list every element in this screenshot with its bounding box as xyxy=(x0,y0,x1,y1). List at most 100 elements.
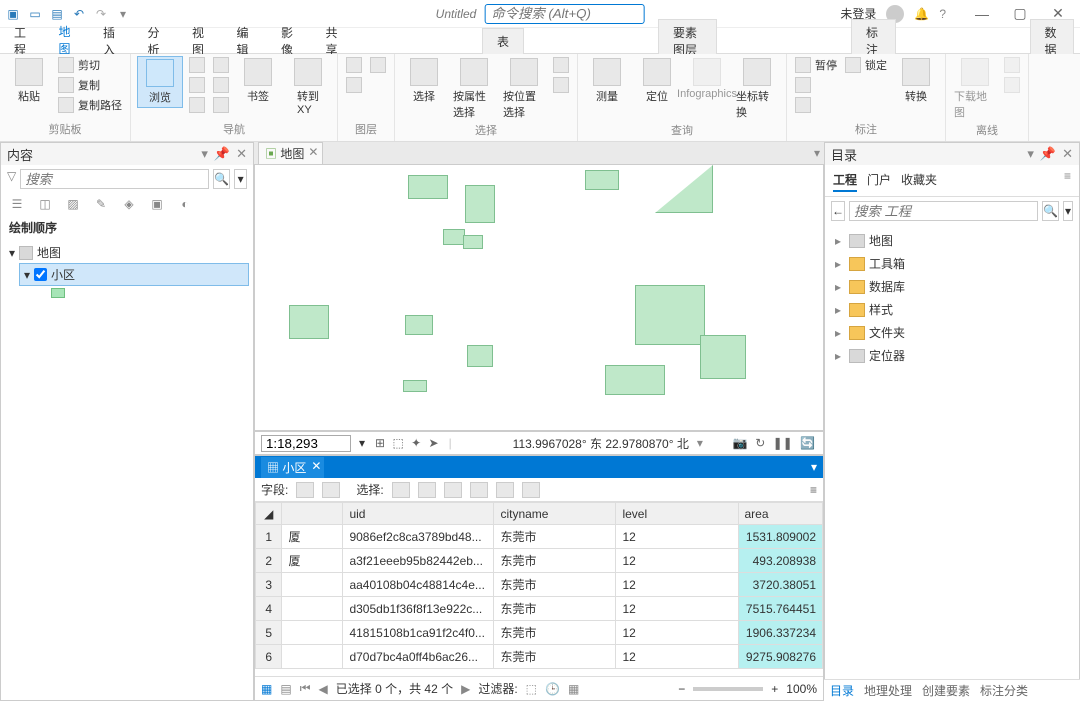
col-header[interactable]: area xyxy=(738,503,823,525)
show-all-icon[interactable]: ▦ xyxy=(261,682,272,696)
minimize-button[interactable]: — xyxy=(964,2,1000,26)
zoom-out-icon[interactable]: − xyxy=(678,682,685,696)
catalog-item-maps[interactable]: ▸地图 xyxy=(833,229,1071,252)
search-icon[interactable]: 🔍 xyxy=(1042,201,1059,221)
table-row[interactable]: 6d70d7bc4a0ff4b6ac26...东莞市129275.908276 xyxy=(256,645,823,669)
bottom-tab-label-classes[interactable]: 标注分类 xyxy=(980,682,1028,699)
list-by-source-icon[interactable]: ◫ xyxy=(35,195,55,213)
zoom-in-icon[interactable] xyxy=(187,76,207,94)
dropdown-icon[interactable]: ▾ xyxy=(201,146,208,162)
delete-sel-icon[interactable] xyxy=(470,482,488,498)
close-tab-icon[interactable]: ✕ xyxy=(308,145,318,159)
catalog-menu-icon[interactable]: ≡ xyxy=(1064,169,1071,192)
reselect-icon[interactable] xyxy=(551,76,571,94)
goto-xy-button[interactable]: 转到 XY xyxy=(285,56,331,118)
filter-icon[interactable]: ▽ xyxy=(7,169,16,189)
table-row[interactable]: 1厦9086ef2c8ca3789bd48...东莞市121531.809002 xyxy=(256,525,823,549)
list-by-snapping-icon[interactable]: ◈ xyxy=(119,195,139,213)
catalog-tab-project[interactable]: 工程 xyxy=(833,169,857,192)
list-by-labeling-icon[interactable]: ▣ xyxy=(147,195,167,213)
catalog-item-databases[interactable]: ▸数据库 xyxy=(833,275,1071,298)
table-row[interactable]: 2厦a3f21eeeb95b82442eb...东莞市12493.208938 xyxy=(256,549,823,573)
catalog-item-toolboxes[interactable]: ▸工具箱 xyxy=(833,252,1071,275)
clear-selection-icon[interactable] xyxy=(551,56,571,74)
scale-dropdown-icon[interactable]: ▾ xyxy=(359,436,365,450)
catalog-item-styles[interactable]: ▸样式 xyxy=(833,298,1071,321)
filter-time-icon[interactable]: 🕒 xyxy=(545,682,560,696)
pin-icon[interactable]: 📌 xyxy=(1040,146,1056,162)
filter-sel-icon[interactable]: ▦ xyxy=(568,682,579,696)
pin-icon[interactable]: 📌 xyxy=(214,146,230,162)
bottom-tab-create-features[interactable]: 创建要素 xyxy=(922,682,970,699)
select-by-attr-button[interactable]: 按属性选择 xyxy=(451,56,497,122)
camera-icon[interactable]: 📷 xyxy=(733,436,748,450)
expand-icon[interactable]: ▾ xyxy=(9,246,15,260)
bookmarks-button[interactable]: 书签 xyxy=(235,56,281,106)
catalog-tab-favorites[interactable]: 收藏夹 xyxy=(901,169,937,192)
ctx-tab-table[interactable]: 表 xyxy=(482,28,524,54)
table-row[interactable]: 4d305db1f36f8f13e922c...东莞市127515.764451 xyxy=(256,597,823,621)
contents-search-input[interactable] xyxy=(20,169,209,189)
col-header[interactable]: level xyxy=(616,503,738,525)
table-row[interactable]: 541815108b1ca91f2c4f0...东莞市121906.337234 xyxy=(256,621,823,645)
map-view-tab[interactable]: ▣ 地图 ✕ xyxy=(258,142,323,164)
convert-labels-button[interactable]: 转换 xyxy=(893,56,939,106)
table-menu-icon[interactable]: ≡ xyxy=(810,483,817,497)
back-icon[interactable]: ← xyxy=(831,201,845,221)
filter-ext-icon[interactable]: ⬚ xyxy=(526,682,537,696)
add-field-icon[interactable] xyxy=(296,482,314,498)
next-extent-icon[interactable] xyxy=(211,76,231,94)
close-table-tab-icon[interactable]: ✕ xyxy=(311,459,321,473)
layer-visibility-checkbox[interactable] xyxy=(34,268,47,281)
list-by-drawing-icon[interactable]: ☰ xyxy=(7,195,27,213)
select-by-loc-button[interactable]: 按位置选择 xyxy=(501,56,547,122)
zoom-full-icon[interactable] xyxy=(187,56,207,74)
table-tab[interactable]: ▦ 小区 ✕ xyxy=(261,457,324,478)
calculate-field-icon[interactable] xyxy=(322,482,340,498)
remove-icon[interactable] xyxy=(1002,76,1022,94)
catalog-tab-portal[interactable]: 门户 xyxy=(867,169,891,192)
copy-sel-icon[interactable] xyxy=(496,482,514,498)
locate-button[interactable]: 定位 xyxy=(634,56,680,106)
col-header[interactable]: uid xyxy=(343,503,494,525)
lock-labeling-button[interactable]: 锁定 xyxy=(843,56,889,74)
zoom-in-icon[interactable]: + xyxy=(771,682,778,696)
view-unplaced-icon[interactable] xyxy=(793,96,839,114)
select-all-header[interactable]: ◢ xyxy=(256,503,282,525)
zoom-out-icon[interactable] xyxy=(187,96,207,114)
next-record-icon[interactable]: ▶ xyxy=(461,682,470,696)
search-options-icon[interactable]: ▾ xyxy=(1063,201,1073,221)
notification-icon[interactable]: 🔔 xyxy=(914,7,929,21)
prev-record-icon[interactable]: ◀ xyxy=(319,682,328,696)
zoom-sel-icon[interactable] xyxy=(522,482,540,498)
select-related-icon[interactable] xyxy=(392,482,410,498)
bottom-tab-geoprocessing[interactable]: 地理处理 xyxy=(864,682,912,699)
fixed-zoom-icon[interactable] xyxy=(211,96,231,114)
map-canvas[interactable] xyxy=(254,164,824,431)
dropdown-icon[interactable]: ▾ xyxy=(1027,146,1034,162)
constraint-icon[interactable]: ⊞ xyxy=(375,436,385,450)
download-map-button[interactable]: 下载地图 xyxy=(952,56,998,122)
catalog-item-folders[interactable]: ▸文件夹 xyxy=(833,321,1071,344)
list-by-editing-icon[interactable]: ✎ xyxy=(91,195,111,213)
close-panel-icon[interactable]: ✕ xyxy=(236,146,247,162)
search-icon[interactable]: 🔍 xyxy=(213,169,230,189)
catalog-item-locators[interactable]: ▸定位器 xyxy=(833,344,1071,367)
search-options-icon[interactable]: ▾ xyxy=(234,169,247,189)
tree-item-layer[interactable]: ▾ 小区 xyxy=(19,263,249,286)
pause-draw-icon[interactable]: ❚❚ xyxy=(773,436,793,450)
cut-button[interactable]: 剪切 xyxy=(56,56,124,74)
show-selected-icon[interactable]: ▤ xyxy=(280,682,291,696)
switch-selection-icon[interactable] xyxy=(418,482,436,498)
more-labeling-icon[interactable] xyxy=(793,76,839,94)
clear-sel-icon[interactable] xyxy=(444,482,462,498)
explore-button[interactable]: 浏览 xyxy=(137,56,183,108)
col-header[interactable] xyxy=(282,503,343,525)
zoom-slider[interactable] xyxy=(693,687,763,691)
snapping-icon[interactable]: ⬚ xyxy=(392,436,403,450)
expand-icon[interactable]: ▾ xyxy=(24,268,30,282)
list-by-perspective-icon[interactable]: ◐ xyxy=(175,195,195,213)
view-dropdown-icon[interactable]: ▾ xyxy=(814,146,820,160)
col-header[interactable]: cityname xyxy=(494,503,616,525)
catalog-search-input[interactable] xyxy=(849,201,1038,221)
